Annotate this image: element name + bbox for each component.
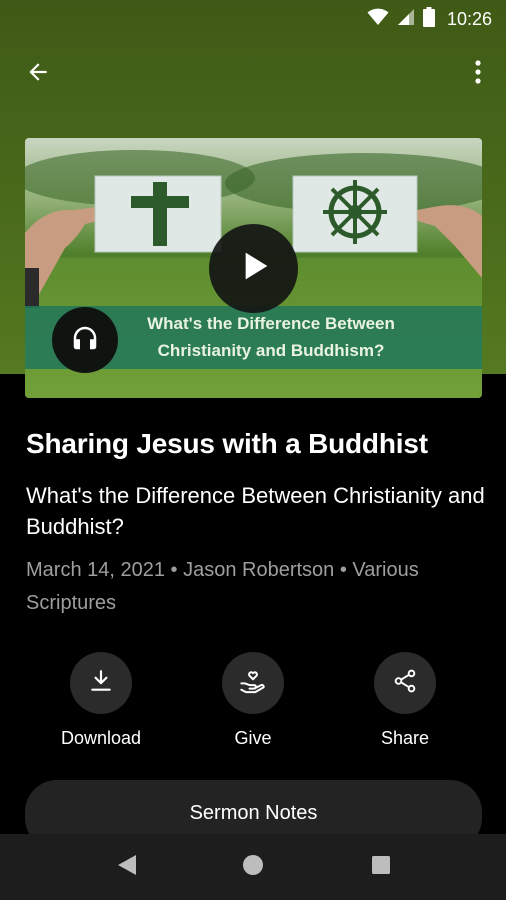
sermon-title: Sharing Jesus with a Buddhist (26, 428, 428, 459)
sermon-meta: March 14, 2021 • Jason Robertson • Vario… (26, 559, 419, 614)
more-vert-icon (474, 59, 482, 90)
back-button[interactable] (22, 58, 54, 90)
share-icon (392, 668, 418, 699)
wifi-icon (367, 8, 389, 31)
nav-home-button[interactable] (238, 852, 268, 882)
arrow-back-icon (25, 59, 51, 90)
sermon-subtitle: What's the Difference Between Christiani… (26, 483, 485, 539)
give-circle[interactable] (222, 652, 284, 714)
nav-recents-button[interactable] (366, 852, 396, 882)
nav-back-button[interactable] (112, 852, 142, 882)
dharma-wheel-icon (323, 180, 387, 244)
system-nav-bar (0, 834, 506, 900)
sermon-notes-label: Sermon Notes (189, 802, 318, 824)
app-bar (0, 50, 506, 96)
download-button[interactable]: Download (41, 652, 161, 749)
give-label: Give (234, 728, 272, 748)
battery-icon (422, 7, 435, 32)
status-icons: 10:26 (367, 7, 492, 32)
share-button[interactable]: Share (345, 652, 465, 749)
nav-recents-icon (371, 855, 391, 880)
download-label: Download (60, 728, 142, 748)
download-icon (88, 668, 114, 699)
download-circle[interactable] (70, 652, 132, 714)
nav-home-icon (242, 854, 264, 881)
sermon-artwork[interactable]: What's the Difference Between Christiani… (25, 138, 482, 398)
nav-back-icon (116, 853, 138, 882)
share-circle[interactable] (374, 652, 436, 714)
give-hand-heart-icon (239, 667, 267, 700)
give-button[interactable]: Give (193, 652, 313, 749)
signal-icon (397, 8, 415, 31)
headphones-icon (70, 323, 100, 358)
share-label: Share (380, 728, 430, 748)
play-button[interactable] (209, 224, 298, 313)
play-icon (234, 246, 274, 291)
artwork-banner-text: What's the Difference Between Christiani… (147, 314, 395, 360)
status-time: 10:26 (446, 9, 492, 29)
status-bar: 10:26 (0, 0, 506, 36)
audio-badge (52, 307, 118, 373)
more-options-button[interactable] (466, 58, 490, 90)
